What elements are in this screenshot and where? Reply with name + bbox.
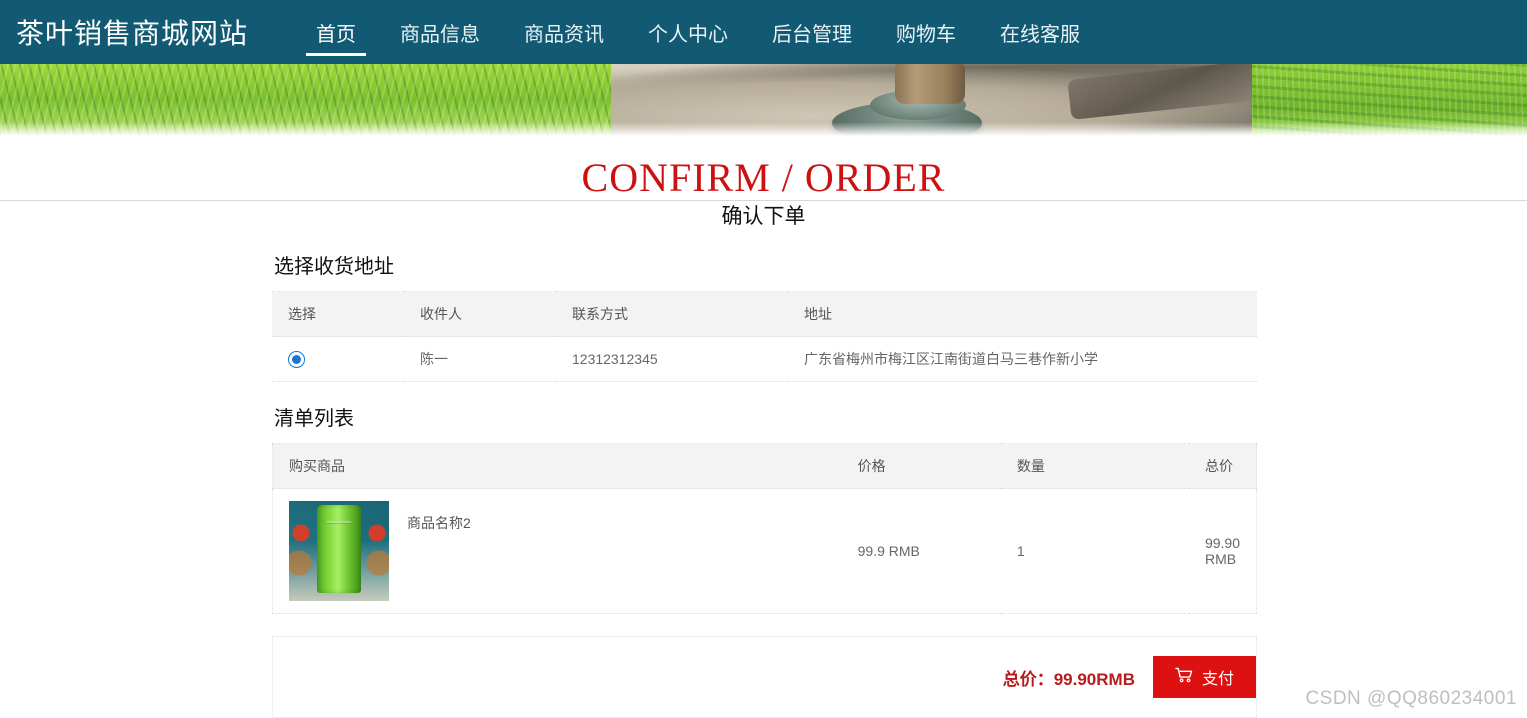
order-total-amount: 总价：99.90RMB [1002, 669, 1135, 689]
items-col-quantity: 数量 [1000, 443, 1189, 490]
nav-item-personal-center[interactable]: 个人中心 [626, 0, 750, 64]
items-table: 购买商品 价格 数量 总价 商品名称2 99.9 RMB 1 99.90 RMB [272, 443, 1257, 615]
nav-item-product-info[interactable]: 商品信息 [378, 0, 502, 64]
address-col-recipient: 收件人 [404, 291, 556, 338]
csdn-watermark: CSDN @QQ860234001 [1305, 688, 1517, 709]
shopping-cart-icon [1175, 667, 1193, 688]
page-title-english: CONFIRM / ORDER [581, 155, 946, 200]
address-section-title: 选择收货地址 [274, 256, 394, 279]
nav-item-support[interactable]: 在线客服 [978, 0, 1102, 64]
address-table-body: 陈一 12312312345 广东省梅州市梅江区江南街道白马三巷作新小学 [272, 336, 1257, 383]
product-thumbnail-image[interactable] [289, 501, 389, 602]
item-subtotal-cell: 99.90 RMB [1188, 488, 1257, 615]
item-goods-inner: 商品名称2 [289, 501, 826, 602]
item-price-cell: 99.9 RMB [841, 488, 1001, 615]
nav-item-admin[interactable]: 后台管理 [750, 0, 874, 64]
table-row: 商品名称2 99.9 RMB 1 99.90 RMB [272, 488, 1257, 615]
address-table-head: 选择 收件人 联系方式 地址 [272, 291, 1257, 338]
items-header-row: 购买商品 价格 数量 总价 [272, 443, 1257, 490]
item-goods-cell: 商品名称2 [272, 488, 842, 615]
items-section-title: 清单列表 [274, 408, 354, 431]
pay-button-label: 支付 [1201, 671, 1234, 689]
item-quantity-cell: 1 [1000, 488, 1189, 615]
address-phone-cell: 12312312345 [556, 336, 788, 383]
hero-banner-image [0, 64, 1527, 138]
address-table: 选择 收件人 联系方式 地址 陈一 12312312345 广东省梅州市梅江区江… [272, 291, 1257, 383]
items-col-goods: 购买商品 [272, 443, 842, 490]
nav-item-cart[interactable]: 购物车 [874, 0, 978, 64]
address-header-row: 选择 收件人 联系方式 地址 [272, 291, 1257, 338]
item-product-name[interactable]: 商品名称2 [389, 501, 471, 533]
address-col-select: 选择 [272, 291, 404, 338]
address-select-cell [272, 336, 404, 383]
address-address-cell: 广东省梅州市梅江区江南街道白马三巷作新小学 [788, 336, 1257, 383]
items-col-subtotal: 总价 [1188, 443, 1257, 490]
nav-item-product-news[interactable]: 商品资讯 [502, 0, 626, 64]
address-radio-button[interactable] [288, 351, 305, 369]
main-navigation: 首页 商品信息 商品资讯 个人中心 后台管理 购物车 在线客服 [294, 0, 1102, 64]
banner-bottom-fade [0, 122, 1527, 138]
table-row[interactable]: 陈一 12312312345 广东省梅州市梅江区江南街道白马三巷作新小学 [272, 336, 1257, 383]
nav-item-home[interactable]: 首页 [294, 0, 378, 64]
banner-wooden-stump [894, 64, 965, 104]
site-brand[interactable]: 茶叶销售商城网站 [0, 12, 294, 52]
items-table-head: 购买商品 价格 数量 总价 [272, 443, 1257, 490]
page-title-block: CONFIRM / ORDER 确认下单 [0, 138, 1527, 231]
address-col-phone: 联系方式 [556, 291, 788, 338]
main-content: 选择收货地址 选择 收件人 联系方式 地址 陈一 12312312345 广东省… [270, 250, 1257, 718]
address-col-address: 地址 [788, 291, 1257, 338]
page-title-chinese: 确认下单 [707, 204, 820, 231]
pay-button[interactable]: 支付 [1152, 656, 1256, 699]
order-summary-box: 总价：99.90RMB 支付 [272, 636, 1257, 718]
product-tea-can [317, 505, 361, 594]
items-table-body: 商品名称2 99.9 RMB 1 99.90 RMB [272, 488, 1257, 615]
title-divider-rule [0, 200, 1527, 201]
items-col-price: 价格 [841, 443, 1001, 490]
address-recipient-cell: 陈一 [404, 336, 556, 383]
top-navbar: 茶叶销售商城网站 首页 商品信息 商品资讯 个人中心 后台管理 购物车 在线客服 [0, 0, 1527, 64]
